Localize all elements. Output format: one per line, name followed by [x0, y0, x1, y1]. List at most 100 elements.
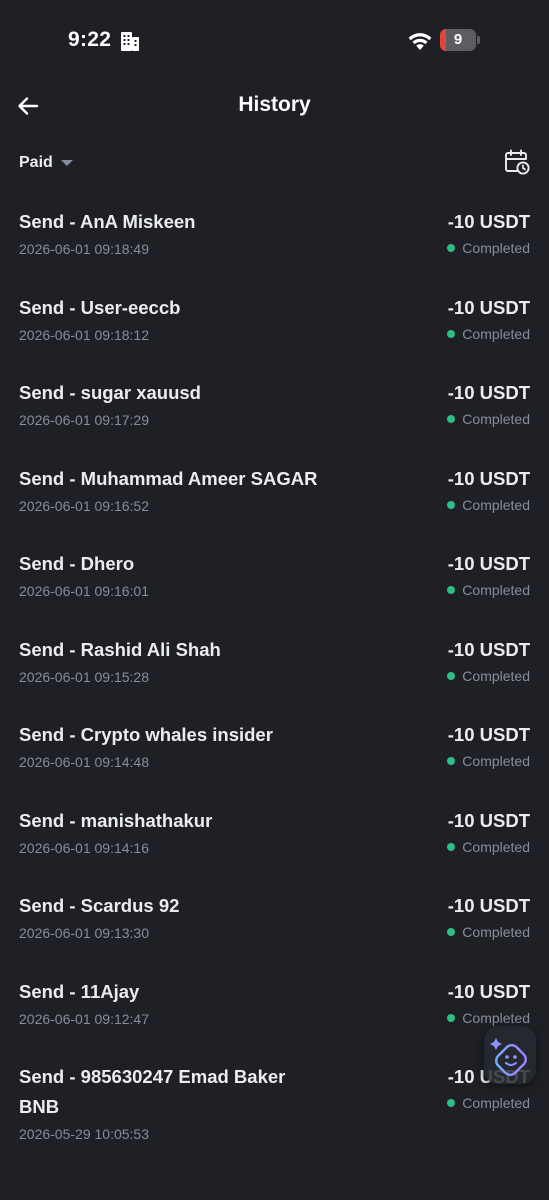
status-text: Completed [462, 240, 530, 256]
transaction-time: 2026-06-01 09:14:48 [19, 754, 149, 770]
transaction-item[interactable]: Send - 985630247 Emad Baker BNB 2026-05-2… [0, 1050, 549, 1165]
transaction-info: Send - Scardus 92 2026-06-01 09:13:30 [19, 891, 319, 942]
status-text: Completed [462, 667, 530, 684]
transaction-amount: -10 USDT [447, 467, 530, 489]
assistant-button[interactable] [484, 1026, 536, 1084]
status-badge: Completed [447, 1093, 530, 1113]
transaction-time: 2026-06-01 09:14:16 [19, 839, 149, 856]
status-dot-icon [447, 928, 456, 936]
caret-down-icon [60, 160, 73, 166]
transaction-item[interactable]: Send - Muhammad Ameer SAGAR 2026-06-01 09… [0, 452, 549, 538]
transaction-summary: -10 USDT Completed [447, 549, 530, 600]
transaction-info: Send - Crypto whales insider 2026-06-01 0… [19, 720, 319, 771]
status-badge: Completed [447, 238, 530, 258]
status-badge: Completed [447, 580, 530, 600]
transaction-amount: -10 USDT [447, 211, 530, 232]
status-text: Completed [462, 411, 530, 427]
status-dot-icon [447, 244, 456, 252]
transaction-list: Send - AnA Miskeen 2026-06-01 09:18:49 -10… [0, 195, 549, 1165]
transaction-summary: -10 USDT Completed [447, 378, 530, 429]
filter-label: Paid [19, 154, 53, 171]
transaction-summary: -10 USDT Completed [447, 635, 530, 686]
transaction-info: Send - sugar xauusd 2026-06-01 09:17:29 [19, 378, 319, 429]
status-badge: Completed [447, 495, 530, 515]
transaction-title: Send - manishathakur [19, 809, 213, 831]
status-dot-icon [447, 329, 456, 338]
transaction-title: Send - Muhammad Ameer SAGAR [19, 467, 318, 489]
status-text: Completed [462, 838, 530, 855]
status-badge: Completed [447, 751, 530, 771]
transaction-title: Send - 985630247 Emad Baker BNB [19, 1066, 286, 1117]
transaction-title: Send - Rashid Ali Shah [19, 638, 221, 660]
filter-bar: Paid [0, 142, 549, 186]
transaction-title: Send - Scardus 92 [19, 895, 180, 916]
transaction-time: 2026-05-29 10:05:53 [19, 1126, 149, 1142]
status-badge: Completed [447, 666, 530, 686]
status-dot-icon [447, 500, 456, 509]
transaction-info: Send - Dhero 2026-06-01 09:16:01 [19, 549, 319, 600]
transaction-item[interactable]: Send - sugar xauusd 2026-06-01 09:17:29 -1… [0, 366, 549, 452]
ai-assistant-icon [490, 1038, 527, 1076]
transaction-summary: -10 USDT Completed [447, 293, 530, 344]
transaction-info: Send - User-eeccb 2026-06-01 09:18:12 [19, 293, 319, 344]
battery-level: 9 [453, 31, 463, 48]
status-dot-icon [447, 757, 456, 765]
transaction-amount: -10 USDT [447, 724, 530, 745]
transaction-summary: -10 USDT Completed [447, 720, 530, 771]
status-badge: Completed [447, 922, 530, 942]
status-dot-icon [447, 1099, 456, 1107]
transaction-time: 2026-06-01 09:16:52 [19, 497, 149, 514]
transaction-item[interactable]: Send - Dhero 2026-06-01 09:16:01 -10 USDT C… [0, 537, 549, 623]
status-badge: Completed [447, 1008, 530, 1028]
status-text: Completed [462, 1095, 530, 1111]
transaction-summary: -10 USDT Completed [447, 207, 530, 258]
transaction-title: Send - sugar xauusd [19, 382, 201, 403]
status-text: Completed [462, 753, 530, 769]
transaction-title: Send - 11Ajay [19, 980, 140, 1002]
status-badge: Completed [447, 409, 530, 429]
page-title: History [238, 93, 311, 116]
transaction-amount: -10 USDT [447, 382, 530, 403]
transaction-time: 2026-06-01 09:17:29 [19, 412, 149, 428]
transaction-amount: -10 USDT [447, 895, 530, 916]
status-text: Completed [462, 924, 530, 940]
transaction-info: Send - 985630247 Emad Baker BNB 2026-05-2… [19, 1062, 319, 1143]
transaction-item[interactable]: Send - User-eeccb 2026-06-01 09:18:12 -10 … [0, 281, 549, 367]
status-dot-icon [447, 1013, 456, 1022]
transaction-amount: -10 USDT [447, 980, 530, 1002]
paid-filter-dropdown[interactable]: Paid [19, 154, 73, 172]
status-dot-icon [447, 586, 456, 594]
transaction-info: Send - Muhammad Ameer SAGAR 2026-06-01 09… [19, 464, 319, 515]
header: History [0, 80, 549, 132]
transaction-info: Send - 11Ajay 2026-06-01 09:12:47 [19, 977, 319, 1028]
transaction-summary: -10 USDT Completed [447, 806, 530, 857]
transaction-amount: -10 USDT [447, 809, 530, 831]
transaction-time: 2026-06-01 09:13:30 [19, 925, 149, 941]
wifi-icon [408, 33, 432, 50]
status-badge: Completed [447, 837, 530, 857]
transaction-summary: -10 USDT Completed [447, 977, 530, 1028]
transaction-title: Send - Dhero [19, 553, 135, 574]
transaction-title: Send - Crypto whales insider [19, 724, 273, 745]
status-text: Completed [462, 582, 530, 598]
transaction-summary: -10 USDT Completed [447, 464, 530, 515]
transaction-item[interactable]: Send - manishathakur 2026-06-01 09:14:16 -… [0, 794, 549, 880]
calendar-clock-icon[interactable] [504, 148, 530, 176]
status-text: Completed [462, 1009, 530, 1026]
transaction-time: 2026-06-01 09:15:28 [19, 668, 149, 685]
building-icon [121, 32, 139, 51]
status-badge: Completed [447, 324, 530, 344]
battery-indicator: 9 [440, 29, 476, 51]
status-text: Completed [462, 325, 530, 342]
transaction-item[interactable]: Send - 11Ajay 2026-06-01 09:12:47 -10 USDT… [0, 965, 549, 1051]
status-dot-icon [447, 842, 456, 851]
transaction-time: 2026-06-01 09:18:12 [19, 326, 149, 343]
transaction-item[interactable]: Send - Scardus 92 2026-06-01 09:13:30 -10 … [0, 879, 549, 965]
battery-cap [477, 36, 480, 44]
transaction-time: 2026-06-01 09:18:49 [19, 241, 149, 257]
transaction-item[interactable]: Send - AnA Miskeen 2026-06-01 09:18:49 -10… [0, 195, 549, 281]
status-dot-icon [447, 415, 456, 423]
transaction-title: Send - AnA Miskeen [19, 211, 196, 232]
transaction-item[interactable]: Send - Rashid Ali Shah 2026-06-01 09:15:2… [0, 623, 549, 709]
transaction-item[interactable]: Send - Crypto whales insider 2026-06-01 0… [0, 708, 549, 794]
